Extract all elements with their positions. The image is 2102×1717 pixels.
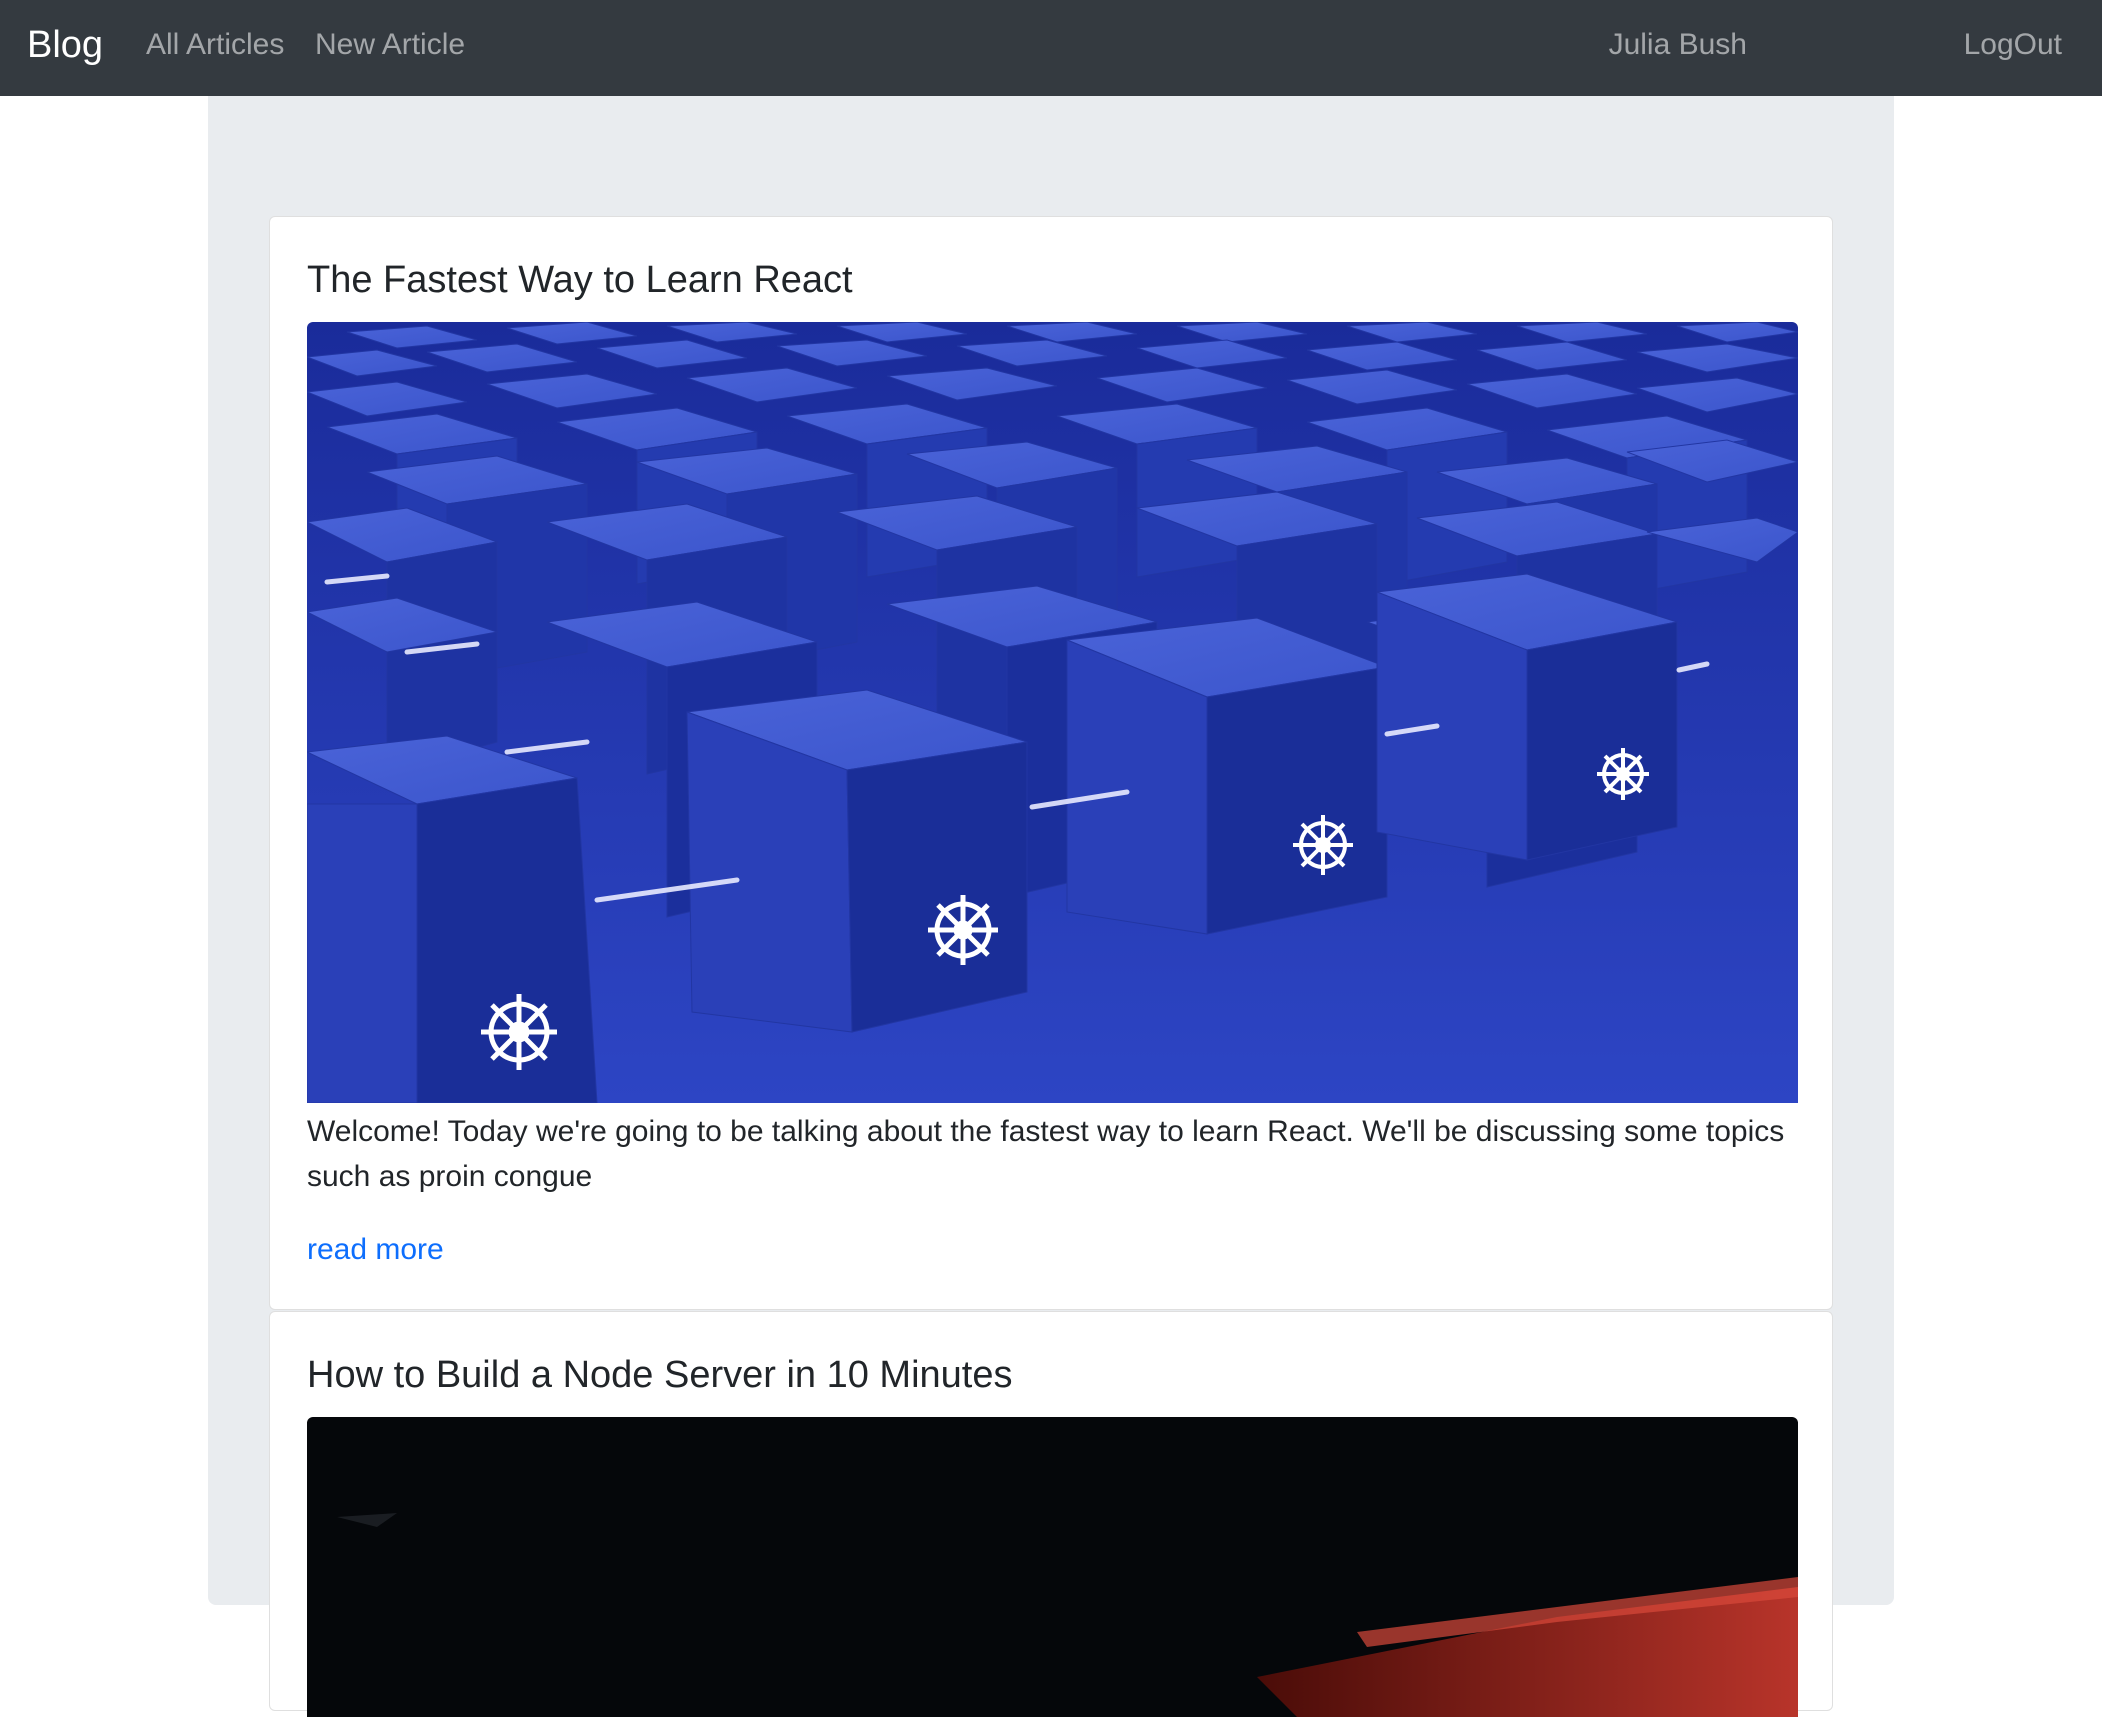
top-navbar: Blog All Articles New Article Julia Bush… (0, 0, 2102, 96)
brand-link[interactable]: Blog (27, 20, 103, 70)
blue-cubes-image (307, 322, 1798, 1103)
article-card: The Fastest Way to Learn React Welcome! … (269, 216, 1833, 1310)
read-more-link[interactable]: read more (307, 1229, 444, 1271)
nav-logout[interactable]: LogOut (1964, 24, 2062, 66)
article-title: The Fastest Way to Learn React (307, 259, 853, 301)
dark-hardware-image (307, 1417, 1798, 1717)
nav-new-article[interactable]: New Article (315, 24, 465, 66)
article-image-dark (307, 1417, 1798, 1717)
article-card: How to Build a Node Server in 10 Minutes (269, 1311, 1833, 1717)
article-title: How to Build a Node Server in 10 Minutes (307, 1354, 1013, 1396)
nav-all-articles[interactable]: All Articles (146, 24, 284, 66)
article-excerpt: Welcome! Today we're going to be talking… (307, 1115, 1785, 1193)
nav-user-profile[interactable]: Julia Bush (1609, 24, 1747, 66)
article-image-blue-cubes (307, 322, 1798, 1103)
